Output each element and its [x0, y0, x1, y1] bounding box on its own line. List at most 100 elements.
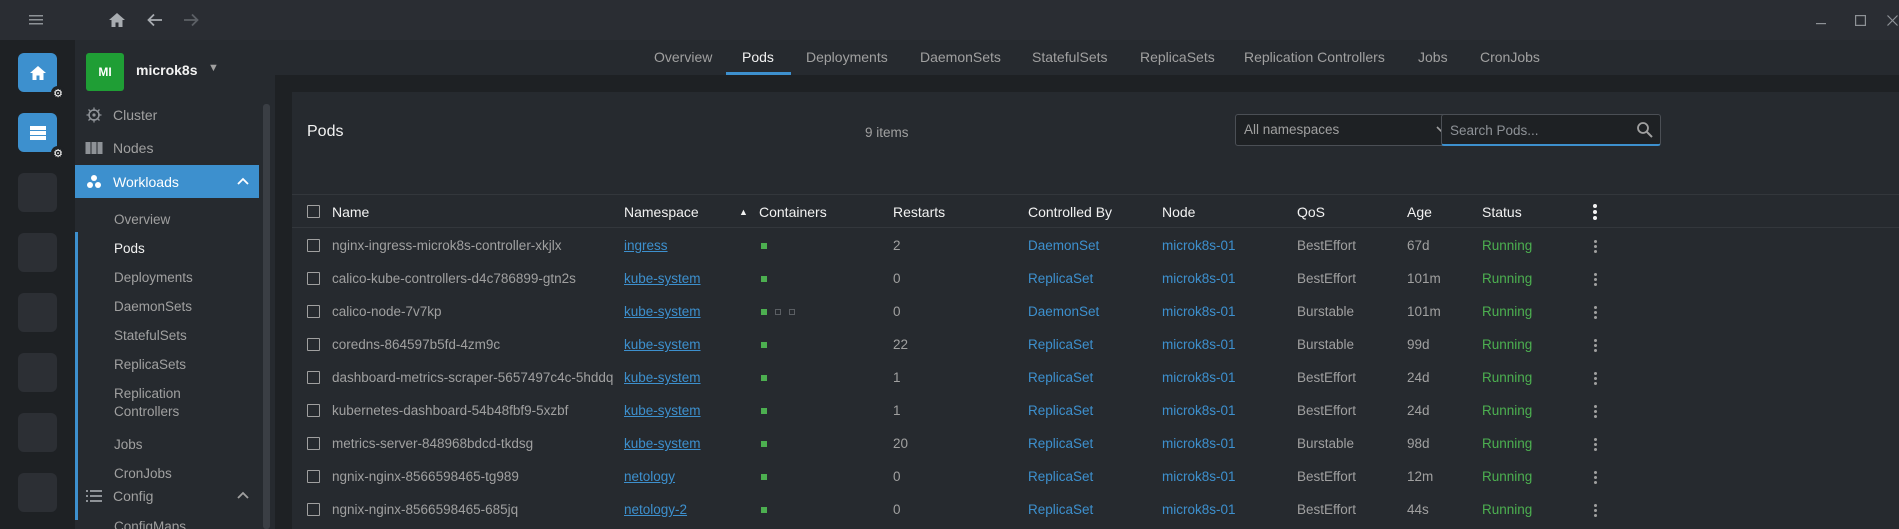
- sidebar-scrollbar[interactable]: [263, 104, 270, 529]
- column-header-status[interactable]: Status: [1482, 195, 1522, 229]
- sidebar-subitem-replication-controllers[interactable]: Replication Controllers: [114, 385, 181, 421]
- namespace-link[interactable]: netology: [624, 460, 675, 493]
- back-arrow-icon[interactable]: [141, 0, 169, 40]
- controlled-by-link[interactable]: ReplicaSet: [1028, 361, 1093, 394]
- hamburger-icon[interactable]: [20, 0, 52, 40]
- tab-jobs[interactable]: Jobs: [1418, 40, 1448, 75]
- table-row[interactable]: nginx-ingress-microk8s-controller-xkjlx i…: [292, 229, 1899, 262]
- column-header-node[interactable]: Node: [1162, 195, 1195, 229]
- sidebar-subitem-deployments[interactable]: Deployments: [114, 269, 193, 287]
- row-menu-icon[interactable]: [1585, 467, 1605, 487]
- table-row[interactable]: dashboard-metrics-scraper-5657497c4c-5hd…: [292, 361, 1899, 394]
- rail-home-button[interactable]: ⚙: [18, 53, 65, 100]
- row-checkbox[interactable]: [307, 239, 320, 252]
- table-row[interactable]: calico-node-7v7kp kube-system 0 DaemonSet mi…: [292, 295, 1899, 328]
- rail-empty-slot[interactable]: [18, 233, 57, 272]
- column-header-controlled-by[interactable]: Controlled By: [1028, 195, 1112, 229]
- table-row[interactable]: metrics-server-848968bdcd-tkdsg kube-syst…: [292, 427, 1899, 460]
- rail-empty-slot[interactable]: [18, 293, 57, 332]
- table-row[interactable]: kubernetes-dashboard-54b48fbf9-5xzbf kube…: [292, 394, 1899, 427]
- tab-replicasets[interactable]: ReplicaSets: [1140, 40, 1215, 75]
- node-link[interactable]: microk8s-01: [1162, 262, 1236, 295]
- column-header-namespace[interactable]: Namespace: [624, 195, 699, 229]
- forward-arrow-icon[interactable]: [177, 0, 205, 40]
- sidebar-subitem-configmaps[interactable]: ConfigMaps: [114, 518, 186, 529]
- node-link[interactable]: microk8s-01: [1162, 229, 1236, 262]
- table-row[interactable]: calico-kube-controllers-d4c786899-gtn2s k…: [292, 262, 1899, 295]
- namespace-select[interactable]: All namespaces: [1235, 114, 1457, 146]
- row-menu-icon[interactable]: [1585, 368, 1605, 388]
- namespace-link[interactable]: kube-system: [624, 262, 701, 295]
- row-checkbox[interactable]: [307, 272, 320, 285]
- namespace-link[interactable]: kube-system: [624, 295, 701, 328]
- sort-ascending-icon[interactable]: ▲: [739, 195, 748, 229]
- controlled-by-link[interactable]: ReplicaSet: [1028, 394, 1093, 427]
- column-header-restarts[interactable]: Restarts: [893, 195, 945, 229]
- row-checkbox[interactable]: [307, 338, 320, 351]
- node-link[interactable]: microk8s-01: [1162, 295, 1236, 328]
- sidebar-item-config[interactable]: Config: [75, 479, 259, 512]
- close-button[interactable]: [1872, 0, 1899, 40]
- namespace-link[interactable]: kube-system: [624, 328, 701, 361]
- namespace-link[interactable]: ingress: [624, 229, 668, 262]
- sidebar-subitem-pods[interactable]: Pods: [114, 240, 145, 258]
- column-header-qos[interactable]: QoS: [1297, 195, 1325, 229]
- rail-empty-slot[interactable]: [18, 173, 57, 212]
- node-link[interactable]: microk8s-01: [1162, 394, 1236, 427]
- controlled-by-link[interactable]: DaemonSet: [1028, 229, 1099, 262]
- column-header-containers[interactable]: Containers: [759, 195, 827, 229]
- column-header-name[interactable]: Name: [332, 195, 369, 229]
- controlled-by-link[interactable]: ReplicaSet: [1028, 493, 1093, 526]
- controlled-by-link[interactable]: ReplicaSet: [1028, 328, 1093, 361]
- tab-cronjobs[interactable]: CronJobs: [1480, 40, 1540, 75]
- controlled-by-link[interactable]: ReplicaSet: [1028, 460, 1093, 493]
- row-checkbox[interactable]: [307, 503, 320, 516]
- tab-daemonsets[interactable]: DaemonSets: [920, 40, 1001, 75]
- sidebar-subitem-daemonsets[interactable]: DaemonSets: [114, 298, 192, 316]
- node-link[interactable]: microk8s-01: [1162, 427, 1236, 460]
- row-menu-icon[interactable]: [1585, 302, 1605, 322]
- column-menu-icon[interactable]: [1585, 202, 1605, 222]
- row-menu-icon[interactable]: [1585, 434, 1605, 454]
- sidebar-item-workloads[interactable]: Workloads: [75, 165, 259, 198]
- sidebar-item-nodes[interactable]: Nodes: [75, 131, 259, 164]
- search-input[interactable]: [1442, 115, 1622, 145]
- namespace-link[interactable]: kube-system: [624, 361, 701, 394]
- row-checkbox[interactable]: [307, 437, 320, 450]
- node-link[interactable]: microk8s-01: [1162, 460, 1236, 493]
- rail-empty-slot[interactable]: [18, 473, 57, 512]
- row-checkbox[interactable]: [307, 470, 320, 483]
- node-link[interactable]: microk8s-01: [1162, 361, 1236, 394]
- row-menu-icon[interactable]: [1585, 236, 1605, 256]
- row-menu-icon[interactable]: [1585, 401, 1605, 421]
- chevron-up-icon[interactable]: [237, 488, 249, 502]
- row-menu-icon[interactable]: [1585, 269, 1605, 289]
- sidebar-subitem-statefulsets[interactable]: StatefulSets: [114, 327, 187, 345]
- sidebar-subitem-replicasets[interactable]: ReplicaSets: [114, 356, 186, 374]
- tab-deployments[interactable]: Deployments: [806, 40, 888, 75]
- node-link[interactable]: microk8s-01: [1162, 493, 1236, 526]
- table-row[interactable]: ngnix-nginx-8566598465-tg989 netology 0 Rep…: [292, 460, 1899, 493]
- tab-statefulsets[interactable]: StatefulSets: [1032, 40, 1108, 75]
- home-icon[interactable]: [103, 0, 131, 40]
- minimize-button[interactable]: [1801, 0, 1841, 40]
- controlled-by-link[interactable]: ReplicaSet: [1028, 427, 1093, 460]
- sidebar-item-cluster[interactable]: Cluster: [75, 98, 259, 131]
- column-header-age[interactable]: Age: [1407, 195, 1432, 229]
- row-checkbox[interactable]: [307, 305, 320, 318]
- table-row[interactable]: ngnix-nginx-8566598465-685jq netology-2 0 R…: [292, 493, 1899, 526]
- sidebar-subitem-overview[interactable]: Overview: [114, 211, 170, 229]
- table-row[interactable]: coredns-864597b5fd-4zm9c kube-system 22 Rep…: [292, 328, 1899, 361]
- rail-empty-slot[interactable]: [18, 353, 57, 392]
- controlled-by-link[interactable]: DaemonSet: [1028, 295, 1099, 328]
- select-all-checkbox[interactable]: [307, 205, 320, 218]
- namespace-link[interactable]: kube-system: [624, 427, 701, 460]
- tab-replication-controllers[interactable]: Replication Controllers: [1244, 40, 1385, 75]
- chevron-up-icon[interactable]: [237, 174, 249, 188]
- sidebar-subitem-jobs[interactable]: Jobs: [114, 436, 143, 454]
- row-checkbox[interactable]: [307, 371, 320, 384]
- rail-empty-slot[interactable]: [18, 413, 57, 452]
- search-icon[interactable]: [1636, 121, 1654, 139]
- namespace-link[interactable]: kube-system: [624, 394, 701, 427]
- node-link[interactable]: microk8s-01: [1162, 328, 1236, 361]
